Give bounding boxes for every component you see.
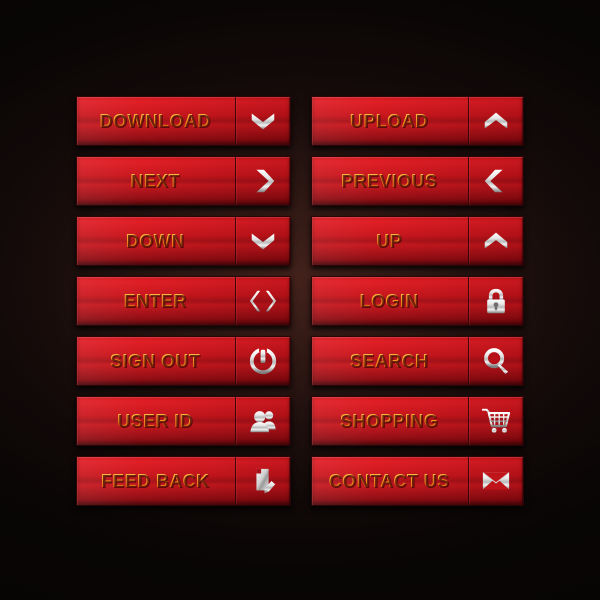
button-label-area: DOWN DOWN	[77, 217, 235, 265]
button-sign-out[interactable]: SIGN OUT SIGN OUT	[76, 336, 291, 386]
button-label-area: NEXT NEXT	[77, 157, 235, 205]
chevron-down-icon[interactable]	[235, 97, 290, 145]
button-label-area: CONTACT US CONTACT US	[312, 457, 468, 505]
button-label: UPLOAD	[349, 111, 429, 131]
button-label: FEED BACK	[100, 471, 210, 491]
button-set-canvas: DOWNLOAD DOWNLOAD NEXT NEXT DOWN DOWN ENTER ENT…	[0, 0, 600, 600]
button-label-area: SIGN OUT SIGN OUT	[77, 337, 235, 385]
button-enter[interactable]: ENTER ENTER	[76, 276, 291, 326]
lock-icon[interactable]	[468, 277, 523, 325]
button-label-area: USER ID USER ID	[77, 397, 235, 445]
button-label-area: UP UP	[312, 217, 468, 265]
button-label: PREVIOUS	[340, 171, 438, 191]
button-label: CONTACT US	[328, 471, 450, 491]
button-next[interactable]: NEXT NEXT	[76, 156, 291, 206]
magnifier-icon[interactable]	[468, 337, 523, 385]
chevron-up-icon[interactable]	[468, 217, 523, 265]
button-label: DOWN	[125, 231, 185, 251]
button-user-id[interactable]: USER ID USER ID	[76, 396, 291, 446]
button-label: SEARCH	[349, 351, 429, 371]
chevron-left-right-icon[interactable]	[235, 277, 290, 325]
envelope-icon[interactable]	[468, 457, 523, 505]
button-feed-back[interactable]: FEED BACK FEED BACK	[76, 456, 291, 506]
button-label: LOGIN	[359, 291, 419, 311]
button-label-area: DOWNLOAD DOWNLOAD	[77, 97, 235, 145]
document-pencil-icon[interactable]	[235, 457, 290, 505]
button-download[interactable]: DOWNLOAD DOWNLOAD	[76, 96, 291, 146]
chevron-up-icon[interactable]	[468, 97, 523, 145]
button-label-area: PREVIOUS PREVIOUS	[312, 157, 468, 205]
button-shopping[interactable]: SHOPPING SHOPPING	[311, 396, 524, 446]
chevron-left-icon[interactable]	[468, 157, 523, 205]
button-contact-us[interactable]: CONTACT US CONTACT US	[311, 456, 524, 506]
button-label: NEXT	[130, 171, 180, 191]
button-label-area: UPLOAD UPLOAD	[312, 97, 468, 145]
chevron-right-icon[interactable]	[235, 157, 290, 205]
button-label: SIGN OUT	[109, 351, 201, 371]
button-label-area: FEED BACK FEED BACK	[77, 457, 235, 505]
users-icon[interactable]	[235, 397, 290, 445]
button-label: UP	[376, 231, 402, 251]
button-label-area: SEARCH SEARCH	[312, 337, 468, 385]
button-up[interactable]: UP UP	[311, 216, 524, 266]
button-label: SHOPPING	[339, 411, 439, 431]
button-search[interactable]: SEARCH SEARCH	[311, 336, 524, 386]
button-down[interactable]: DOWN DOWN	[76, 216, 291, 266]
button-label-area: SHOPPING SHOPPING	[312, 397, 468, 445]
button-login[interactable]: LOGIN LOGIN	[311, 276, 524, 326]
shopping-cart-icon[interactable]	[468, 397, 523, 445]
button-label: DOWNLOAD	[99, 111, 211, 131]
button-previous[interactable]: PREVIOUS PREVIOUS	[311, 156, 524, 206]
power-icon[interactable]	[235, 337, 290, 385]
button-label: ENTER	[123, 291, 187, 311]
button-grid: DOWNLOAD DOWNLOAD NEXT NEXT DOWN DOWN ENTER ENT…	[0, 0, 600, 600]
chevron-down-icon[interactable]	[235, 217, 290, 265]
button-label-area: ENTER ENTER	[77, 277, 235, 325]
button-upload[interactable]: UPLOAD UPLOAD	[311, 96, 524, 146]
button-label: USER ID	[117, 411, 193, 431]
button-label-area: LOGIN LOGIN	[312, 277, 468, 325]
